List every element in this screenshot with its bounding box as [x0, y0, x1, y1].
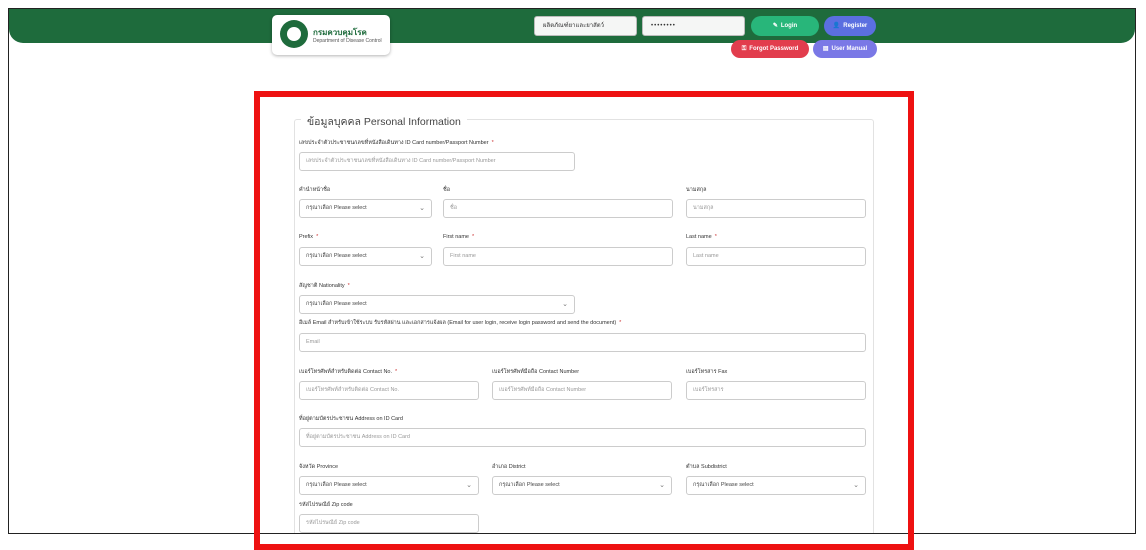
- logo-subtitle: Department of Disease Control: [313, 38, 382, 44]
- logo[interactable]: กรมควบคุมโรค Department of Disease Contr…: [272, 15, 390, 55]
- book-icon: ▤: [822, 46, 829, 52]
- login-button-label: Login: [780, 23, 798, 29]
- pencil-icon: ✎: [772, 23, 778, 29]
- user-icon: 👤: [832, 23, 841, 29]
- username-input[interactable]: ผลิตภัณฑ์ยาและยาสัตว์: [534, 16, 637, 36]
- login-button[interactable]: ✎ Login: [751, 16, 819, 36]
- user-manual-label: User Manual: [831, 46, 868, 52]
- forgot-password-label: Forgot Password: [749, 46, 799, 52]
- password-input[interactable]: ••••••••: [642, 16, 745, 36]
- key-icon: ⚿: [741, 46, 747, 52]
- forgot-password-button[interactable]: ⚿ Forgot Password: [731, 40, 809, 58]
- user-manual-button[interactable]: ▤ User Manual: [813, 40, 877, 58]
- register-button[interactable]: 👤 Register: [824, 16, 876, 36]
- highlight-box: [254, 91, 914, 550]
- register-button-label: Register: [843, 23, 868, 29]
- logo-emblem-icon: [280, 20, 308, 48]
